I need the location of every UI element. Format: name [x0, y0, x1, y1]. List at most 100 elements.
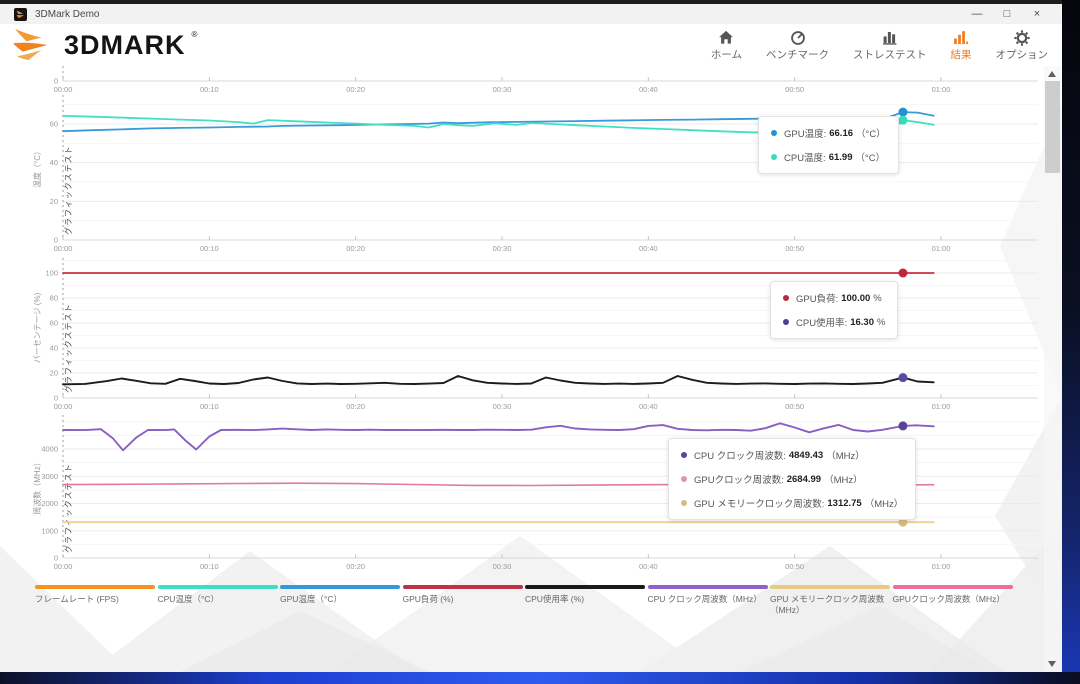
chart-annotation: グラフィックステスト	[63, 463, 73, 553]
scrollbar-up-arrow[interactable]	[1048, 71, 1056, 77]
titlebar[interactable]: 3DMark Demo — □ ×	[0, 0, 1062, 24]
legend-item[interactable]: CPU温度（°C）	[158, 585, 278, 616]
tooltip-row: GPU温度:66.16（°C）	[771, 126, 886, 140]
tooltip-label: CPU使用率:	[796, 315, 847, 329]
nav-item-stresstest[interactable]: ストレステスト	[853, 29, 927, 62]
tooltip-label: GPU メモリークロック周波数:	[694, 496, 824, 510]
tooltip-row: CPU クロック周波数:4849.43（MHz）	[681, 448, 903, 462]
tooltip-row: GPU メモリークロック周波数:1312.75（MHz）	[681, 496, 903, 510]
axis-tick-label: 00:50	[785, 85, 804, 94]
desktop-bottom-strip	[0, 672, 1080, 684]
tooltip-value: 16.30	[850, 317, 874, 328]
legend-color-bar	[648, 585, 768, 589]
columns-icon	[881, 29, 899, 46]
tooltip-label: GPU温度:	[784, 126, 826, 140]
legend-item[interactable]: GPU負荷 (%)	[403, 585, 523, 616]
tooltip-row: CPU温度:61.99（°C）	[771, 150, 886, 164]
axis-tick-label: 40	[50, 158, 58, 167]
app-header: 3DMARK ® ホーム ベンチマーク ストレステスト結果 オプション	[0, 24, 1062, 66]
series-marker[interactable]	[898, 373, 907, 382]
axis-tick-label: 00:50	[785, 562, 804, 571]
tooltip-unit: （MHz）	[865, 496, 904, 510]
home-icon	[717, 29, 735, 46]
axis-tick-label: 2000	[41, 499, 58, 508]
tooltip-value: 100.00	[841, 293, 870, 304]
tooltip-value: 61.99	[829, 152, 853, 163]
scrollbar-thumb[interactable]	[1045, 81, 1060, 173]
legend-item[interactable]: CPU使用率 (%)	[525, 585, 645, 616]
nav-item-options[interactable]: オプション	[996, 29, 1049, 62]
legend-color-bar	[893, 585, 1013, 589]
axis-tick-label: 00:30	[493, 402, 512, 411]
series-marker[interactable]	[898, 116, 907, 125]
legend-label: GPU メモリークロック周波数（MHz）	[770, 594, 890, 616]
minimize-button[interactable]: —	[962, 4, 992, 24]
tooltip-unit: %	[877, 317, 885, 328]
axis-tick-label: 00:10	[200, 244, 219, 253]
axis-tick-label: 00:30	[493, 244, 512, 253]
nav-item-home[interactable]: ホーム	[711, 29, 742, 62]
results-icon	[952, 29, 970, 46]
legend-item[interactable]: CPU クロック周波数（MHz）	[648, 585, 768, 616]
axis-tick-label: 00:20	[346, 562, 365, 571]
app-icon	[14, 8, 27, 21]
legend-color-bar	[770, 585, 890, 589]
tooltip-dot	[681, 500, 687, 506]
axis-tick-label: 80	[50, 294, 58, 303]
legend-item[interactable]: GPU メモリークロック周波数（MHz）	[770, 585, 890, 616]
tooltip-dot	[783, 319, 789, 325]
tooltip-row: GPUクロック周波数:2684.99（MHz）	[681, 472, 903, 486]
chart-framerate-partial[interactable]: 000:0000:1000:2000:3000:4000:5001:00	[54, 66, 1038, 94]
nav-item-results[interactable]: 結果	[951, 29, 972, 62]
tooltip-dot	[681, 476, 687, 482]
maximize-button[interactable]: □	[992, 4, 1022, 24]
legend-item[interactable]: GPUクロック周波数（MHz）	[893, 585, 1013, 616]
series-marker[interactable]	[898, 421, 907, 430]
legend-color-bar	[35, 585, 155, 589]
tooltip-dot	[771, 154, 777, 160]
axis-tick-label: 00:40	[639, 244, 658, 253]
app-window: 3DMark Demo — □ × 3DMARK ® ホーム ベンチマーク ストレス…	[0, 0, 1062, 672]
scrollbar-down-arrow[interactable]	[1048, 661, 1056, 667]
axis-tick-label: 4000	[41, 445, 58, 454]
close-button[interactable]: ×	[1022, 4, 1052, 24]
tooltip-dot	[771, 130, 777, 136]
tooltip-label: CPU温度:	[784, 150, 826, 164]
tooltip-percentage: GPU負荷:100.00% CPU使用率:16.30%	[770, 281, 898, 339]
y-axis-title: パーセンテージ (%)	[33, 292, 42, 363]
nav-label: ホーム	[711, 47, 742, 62]
legend-label: GPU温度（°C）	[280, 594, 400, 605]
legend-color-bar	[280, 585, 400, 589]
series-marker[interactable]	[898, 108, 907, 117]
axis-tick-label: 00:00	[54, 244, 73, 253]
logo-text: 3DMARK	[64, 28, 186, 62]
axis-tick-label: 00:20	[346, 402, 365, 411]
axis-tick-label: 40	[50, 344, 58, 353]
legend-label: GPUクロック周波数（MHz）	[893, 594, 1013, 605]
tooltip-label: GPU負荷:	[796, 291, 838, 305]
nav-item-benchmark[interactable]: ベンチマーク	[766, 29, 829, 62]
tooltip-frequency: CPU クロック周波数:4849.43（MHz） GPUクロック周波数:2684.…	[668, 438, 916, 520]
axis-tick-label: 00:00	[54, 562, 73, 571]
axis-tick-label: 20	[50, 197, 58, 206]
legend-label: CPU温度（°C）	[158, 594, 278, 605]
series-line[interactable]	[63, 376, 934, 384]
axis-tick-label: 1000	[41, 526, 58, 535]
legend-item[interactable]: GPU温度（°C）	[280, 585, 400, 616]
window-title: 3DMark Demo	[35, 9, 962, 20]
series-marker[interactable]	[898, 269, 907, 278]
logo-registered-mark: ®	[192, 30, 198, 39]
tooltip-unit: （°C）	[855, 150, 885, 164]
tooltip-unit: %	[873, 293, 881, 304]
axis-tick-label: 60	[50, 120, 58, 129]
axis-tick-label: 00:10	[200, 402, 219, 411]
nav-label: ベンチマーク	[766, 47, 829, 62]
axis-tick-label: 3000	[41, 472, 58, 481]
legend-item[interactable]: フレームレート (FPS)	[35, 585, 155, 616]
tooltip-dot	[783, 295, 789, 301]
axis-tick-label: 00:30	[493, 562, 512, 571]
charts-canvas[interactable]: 000:0000:1000:2000:3000:4000:5001:000204…	[0, 66, 1062, 672]
logo-flame-icon	[12, 28, 58, 62]
nav-label: 結果	[951, 47, 972, 62]
scrollbar[interactable]	[1044, 66, 1061, 672]
